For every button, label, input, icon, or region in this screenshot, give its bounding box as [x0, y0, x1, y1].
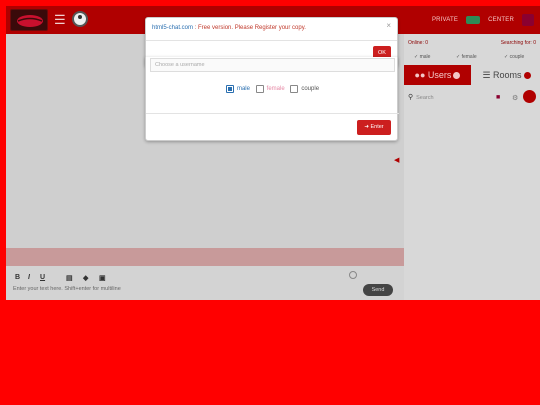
filter-couple-label: couple — [509, 54, 525, 60]
editor-hint: Enter your text here. Shift+enter for mu… — [13, 286, 121, 292]
searching-count: Searching for: 0 — [500, 40, 536, 46]
right-panel: Online: 0 Searching for: 0 ✓ male ✓ fema… — [404, 34, 540, 300]
lock-icon[interactable]: ▣ — [99, 274, 106, 282]
image-icon[interactable]: ▤ — [66, 274, 73, 282]
header-toggle[interactable] — [466, 16, 481, 24]
alert-message: html5-chat.com : Free version. Please Re… — [152, 25, 306, 31]
filter-male[interactable]: ✓ male — [414, 54, 430, 60]
enter-button[interactable]: ➜ Enter — [357, 120, 391, 135]
collapse-arrow-icon[interactable]: ◀ — [394, 156, 399, 164]
gender-female-option[interactable]: female — [255, 85, 285, 93]
notification-icon[interactable] — [523, 90, 536, 103]
rooms-icon: ☰ — [482, 70, 494, 80]
gender-selector: male female couple — [146, 85, 399, 95]
enter-label: Enter — [370, 124, 384, 130]
typing-bar — [6, 248, 404, 266]
underline-button[interactable]: U — [40, 274, 45, 281]
filter-female-label: female — [461, 54, 477, 60]
tab-rooms-label: Rooms — [493, 70, 522, 80]
search-placeholder: Search — [416, 95, 434, 101]
header-label-center[interactable]: CENTER — [488, 17, 514, 23]
header-button[interactable] — [522, 14, 534, 26]
lips-icon — [17, 15, 43, 27]
login-dialog: Choose a username male female couple ➜ E… — [145, 57, 399, 141]
username-input[interactable]: Choose a username — [150, 58, 395, 72]
italic-button[interactable]: I — [28, 274, 30, 281]
bold-button[interactable]: B — [15, 274, 20, 281]
app-logo — [10, 9, 48, 31]
users-badge — [453, 72, 461, 80]
gender-couple-label: couple — [301, 86, 320, 92]
divider — [146, 113, 399, 114]
hamburger-icon[interactable]: ☰ — [54, 13, 68, 27]
gender-couple-option[interactable]: couple — [290, 85, 319, 93]
close-icon[interactable]: × — [386, 21, 391, 30]
send-label: Send — [371, 287, 385, 293]
emoji-icon[interactable] — [349, 271, 357, 279]
filter-male-label: male — [419, 54, 431, 60]
filter-couple[interactable]: ✓ couple — [504, 54, 524, 60]
tab-users-label: Users — [427, 70, 452, 80]
gender-male-label: male — [236, 86, 250, 92]
webcam-icon[interactable]: ■ — [496, 94, 500, 101]
alert-text: : Free version. Please Register your cop… — [194, 25, 306, 31]
settings-icon[interactable]: ⚙ — [512, 94, 518, 102]
search-icon: ⚲ — [408, 94, 414, 101]
tab-users[interactable]: ●● Users — [404, 65, 471, 85]
avatar-icon[interactable] — [72, 11, 88, 27]
eraser-icon[interactable]: ◆ — [83, 274, 88, 282]
header-right: PRIVATE CENTER — [432, 6, 540, 34]
tab-rooms[interactable]: ☰ Rooms — [473, 65, 540, 85]
alert-brand-link[interactable]: html5-chat.com — [152, 25, 193, 31]
gender-female-label: female — [266, 86, 285, 92]
rooms-badge — [523, 72, 531, 80]
male-checkbox[interactable] — [225, 85, 234, 93]
gender-male-option[interactable]: male — [225, 85, 250, 93]
send-button[interactable]: Send — [363, 284, 393, 296]
user-search[interactable]: ⚲ Search — [408, 92, 488, 104]
filter-female[interactable]: ✓ female — [456, 54, 477, 60]
message-editor[interactable] — [6, 266, 404, 300]
divider — [146, 40, 397, 41]
couple-checkbox[interactable] — [290, 85, 299, 93]
header-label-private[interactable]: PRIVATE — [432, 17, 458, 23]
online-count: Online: 0 — [408, 40, 429, 46]
users-icon: ●● — [414, 70, 428, 80]
female-checkbox[interactable] — [255, 85, 264, 93]
